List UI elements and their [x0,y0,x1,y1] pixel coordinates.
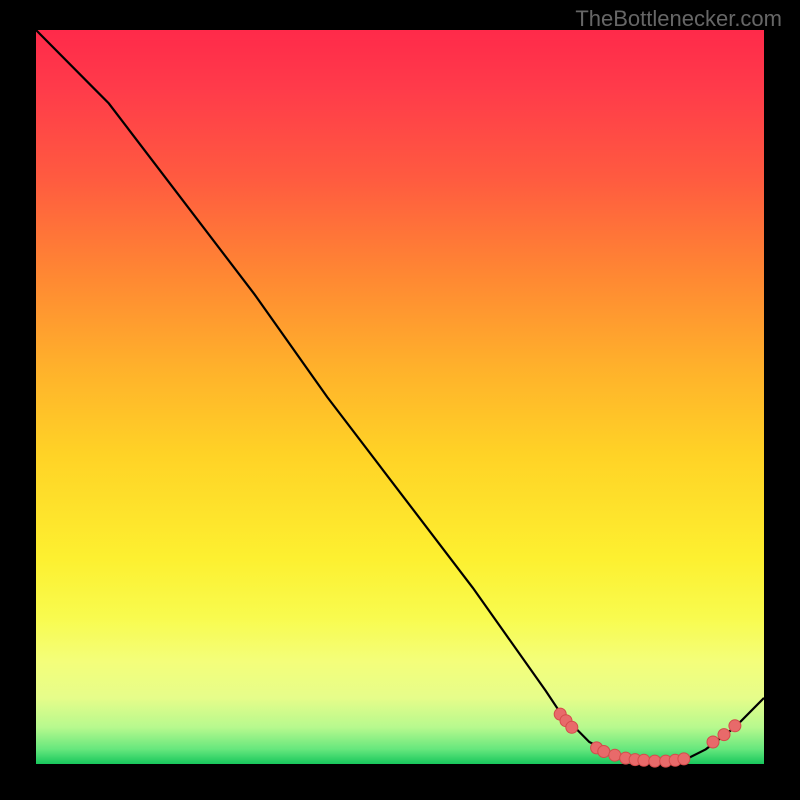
watermark-text: TheBottlenecker.com [575,6,782,32]
marker-point [609,749,621,761]
marker-point [598,746,610,758]
marker-point [678,753,690,765]
chart-container: TheBottlenecker.com [0,0,800,800]
plot-area [36,30,764,764]
marker-point [707,736,719,748]
marker-point [729,720,741,732]
marker-group [554,708,741,767]
bottleneck-curve [36,30,764,764]
marker-point [566,721,578,733]
chart-svg [36,30,764,764]
marker-point [649,755,661,767]
marker-point [718,729,730,741]
marker-point [638,754,650,766]
